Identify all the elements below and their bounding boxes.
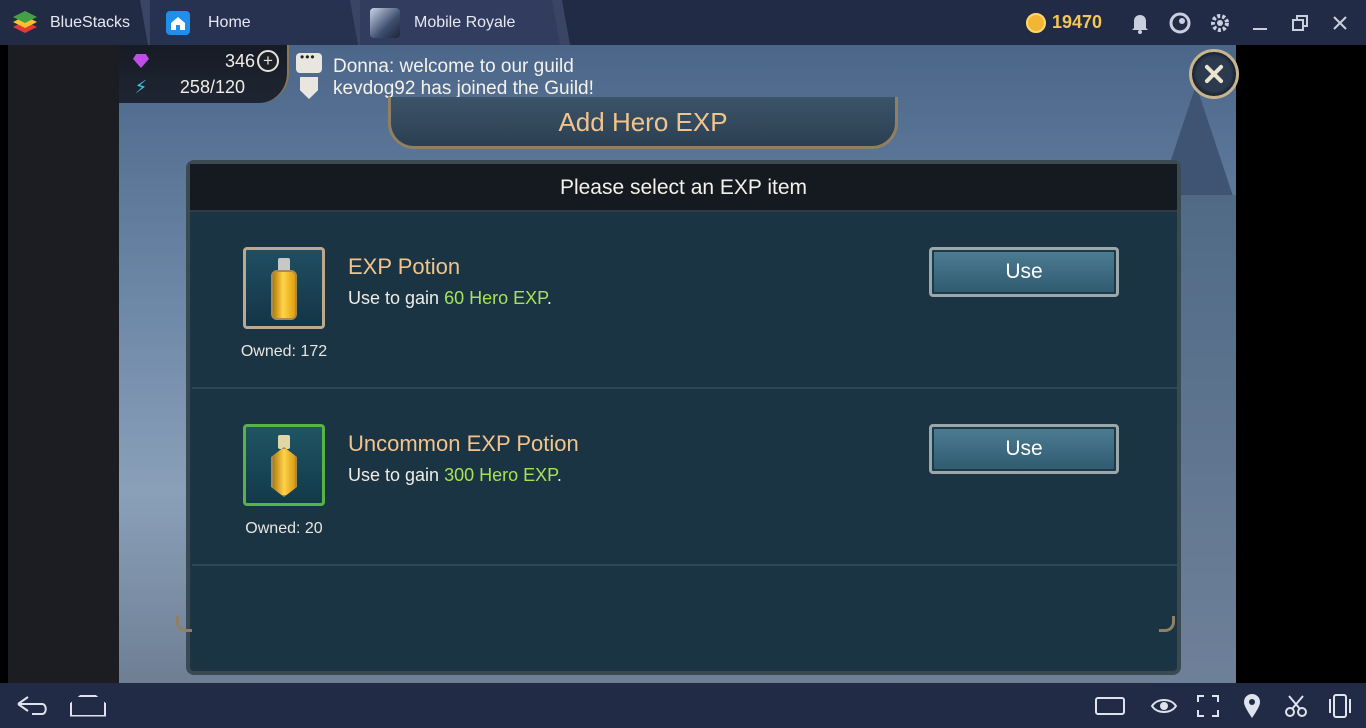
item-description: Use to gain 300 Hero EXP. xyxy=(348,465,562,486)
tab-mobile-royale-label: Mobile Royale xyxy=(414,13,516,31)
bell-icon[interactable] xyxy=(1120,0,1160,45)
item-exp-amount: 300 Hero EXP xyxy=(444,465,557,485)
gear-icon[interactable] xyxy=(1200,0,1240,45)
item-exp-amount: 60 Hero EXP xyxy=(444,288,547,308)
gem-icon xyxy=(133,54,149,68)
exp-item-panel: Please select an EXP item Owned: 172 EXP… xyxy=(186,160,1181,675)
list-item: Owned: 172 EXP Potion Use to gain 60 Her… xyxy=(192,214,1177,389)
letterbox-right xyxy=(1236,45,1246,683)
list-item: Owned: 20 Uncommon EXP Potion Use to gai… xyxy=(192,391,1177,566)
android-navigation-bar xyxy=(0,683,1366,728)
item-name: EXP Potion xyxy=(348,254,461,279)
phone-rotate-icon[interactable] xyxy=(1318,683,1362,728)
coin-balance: 19470 xyxy=(1051,12,1102,32)
bluestacks-app-name: BlueStacks xyxy=(50,13,131,31)
potion-bottle-icon xyxy=(271,258,297,320)
guild-chat-ticker[interactable]: Donna: welcome to our guild kevdog92 has… xyxy=(296,50,696,101)
mobile-royale-app-icon xyxy=(370,7,400,38)
letterbox-left xyxy=(8,45,119,683)
chat-bubble-icon xyxy=(296,50,322,73)
keyboard-icon[interactable] xyxy=(1078,683,1142,728)
minimize-icon[interactable] xyxy=(1240,0,1280,45)
gem-counter: 346 + xyxy=(133,49,283,73)
home-icon[interactable] xyxy=(66,683,110,728)
exp-potion-icon[interactable] xyxy=(243,247,325,329)
use-exp-potion-button[interactable]: Use xyxy=(929,247,1119,297)
lightning-icon: ⚡ xyxy=(134,76,148,97)
empty-list-area xyxy=(192,568,1177,668)
scissors-icon[interactable] xyxy=(1274,683,1318,728)
tab-separator xyxy=(552,0,570,45)
eye-icon[interactable] xyxy=(1142,683,1186,728)
bluestacks-tab[interactable]: BlueStacks xyxy=(0,0,150,45)
page-title: Add Hero EXP xyxy=(558,107,728,137)
item-name: Uncommon EXP Potion xyxy=(348,431,579,456)
add-gems-button[interactable]: + xyxy=(257,50,279,72)
dialog-title-banner: Add Hero EXP xyxy=(388,97,898,149)
panel-header: Please select an EXP item xyxy=(190,164,1177,212)
guild-shield-icon xyxy=(300,77,318,99)
panel-header-text: Please select an EXP item xyxy=(559,176,808,199)
location-icon[interactable] xyxy=(1230,683,1274,728)
emulator-tools xyxy=(1078,683,1366,728)
item-description-suffix: . xyxy=(556,465,562,485)
item-description-prefix: Use to gain xyxy=(348,465,445,485)
emulator-titlebar: BlueStacks Home Mobile Royale 19470 xyxy=(0,0,1366,45)
gem-count: 346 xyxy=(224,50,255,71)
profile-icon[interactable] xyxy=(1160,0,1200,45)
tab-home-label: Home xyxy=(208,13,251,31)
owned-count: Owned: 172 xyxy=(240,343,328,360)
game-viewport[interactable]: 346 + ⚡ 258/120 Donna: welcome to our gu… xyxy=(8,45,1246,683)
item-description-prefix: Use to gain xyxy=(348,288,445,308)
item-description-suffix: . xyxy=(546,288,552,308)
back-icon[interactable] xyxy=(12,683,52,728)
energy-count: 258/120 xyxy=(179,76,245,97)
uncommon-exp-potion-icon[interactable] xyxy=(243,424,325,506)
close-dialog-button[interactable] xyxy=(1189,49,1239,99)
restore-icon[interactable] xyxy=(1280,0,1320,45)
tab-mobile-royale[interactable]: Mobile Royale xyxy=(360,0,560,45)
item-description: Use to gain 60 Hero EXP. xyxy=(348,288,552,309)
close-icon[interactable] xyxy=(1320,0,1360,45)
fullscreen-icon[interactable] xyxy=(1186,683,1230,728)
home-icon xyxy=(166,10,190,35)
use-uncommon-exp-potion-button[interactable]: Use xyxy=(929,424,1119,474)
resource-hud: 346 + ⚡ 258/120 xyxy=(119,45,289,103)
energy-counter: ⚡ 258/120 xyxy=(133,75,283,99)
titlebar-controls: 19470 xyxy=(1025,0,1366,45)
tab-home[interactable]: Home xyxy=(150,0,360,45)
bluestacks-logo-icon xyxy=(10,10,40,35)
coin-icon xyxy=(1025,12,1046,33)
owned-count: Owned: 20 xyxy=(245,520,323,537)
chat-message: Donna: welcome to our guild xyxy=(333,56,574,77)
potion-crystal-icon xyxy=(271,435,297,497)
